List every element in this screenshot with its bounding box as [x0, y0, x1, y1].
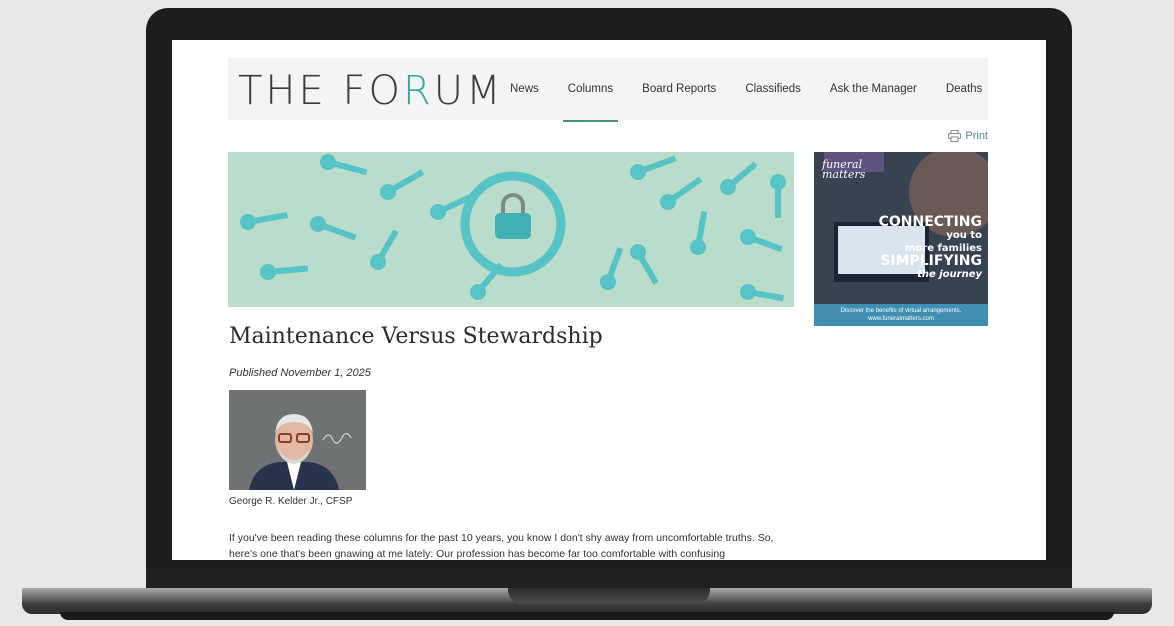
ad-brand: funeral matters — [822, 158, 866, 181]
logo-suffix: UM — [433, 68, 504, 114]
advertisement-banner[interactable]: funeral matters CONNECTING you to more f… — [814, 152, 988, 326]
print-button[interactable]: Print — [948, 130, 988, 142]
author-photo — [229, 390, 366, 490]
browser-screen: THE FORUM News Columns Board Reports Cla… — [172, 40, 1046, 560]
nav-news[interactable]: News — [510, 58, 539, 120]
article-published-date: Published November 1, 2025 — [229, 367, 371, 379]
laptop-base-shadow — [60, 612, 1114, 620]
logo-prefix: THE FO — [238, 68, 403, 114]
printer-icon — [948, 130, 962, 142]
nav-classifieds[interactable]: Classifieds — [745, 58, 801, 120]
ad-footer: Discover the benefits of virtual arrange… — [814, 304, 988, 326]
laptop-notch — [508, 588, 710, 604]
print-label: Print — [965, 130, 988, 142]
nav-ask-the-manager[interactable]: Ask the Manager — [830, 58, 917, 120]
article-body: If you've been reading these columns for… — [229, 532, 774, 560]
site-header: THE FORUM News Columns Board Reports Cla… — [228, 58, 988, 122]
main-nav: News Columns Board Reports Classifieds A… — [510, 58, 1011, 122]
nav-deaths[interactable]: Deaths — [946, 58, 982, 120]
site-logo[interactable]: THE FORUM — [238, 68, 504, 114]
author-name: George R. Kelder Jr., CFSP — [229, 496, 353, 507]
article-title: Maintenance Versus Stewardship — [229, 324, 603, 349]
laptop-chin — [146, 568, 1072, 590]
author-portrait — [229, 390, 366, 490]
keys-illustration — [228, 152, 794, 307]
logo-accent: R — [403, 68, 434, 114]
nav-columns[interactable]: Columns — [562, 58, 619, 122]
nav-board-reports[interactable]: Board Reports — [642, 58, 716, 120]
hero-image — [228, 152, 794, 307]
ad-headline: CONNECTING you to more families SIMPLIFY… — [878, 214, 982, 280]
